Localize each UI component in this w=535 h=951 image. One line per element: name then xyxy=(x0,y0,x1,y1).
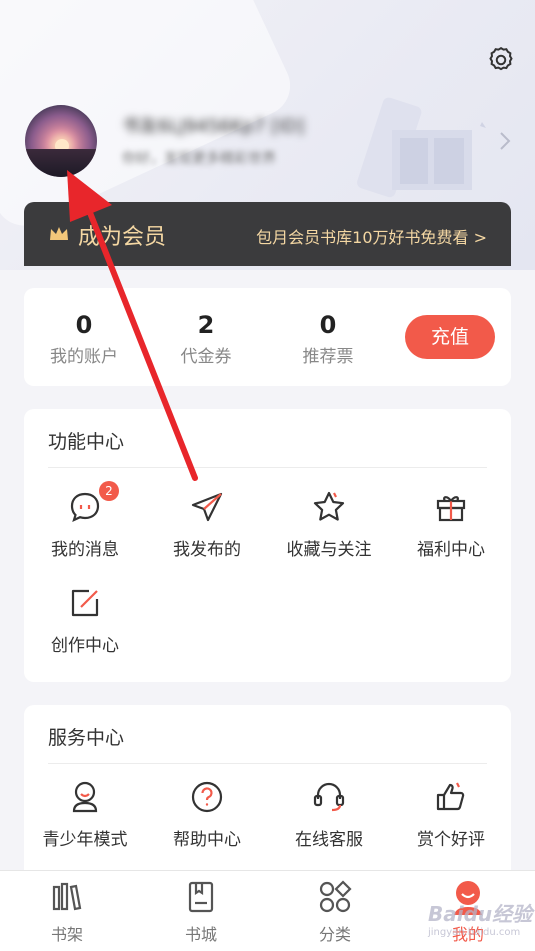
bookstore-icon xyxy=(188,881,214,913)
stat-value: 0 xyxy=(319,311,337,339)
message-icon: 2 xyxy=(65,481,119,527)
avatar-pier xyxy=(25,149,97,177)
function-center-title: 功能中心 xyxy=(48,431,125,453)
watermark-url: jingyan.baidu.com xyxy=(428,927,521,938)
thumbs-up-icon xyxy=(431,777,471,817)
menu-item-label: 帮助中心 xyxy=(173,830,241,850)
headset-icon xyxy=(309,777,349,817)
menu-item-label: 福利中心 xyxy=(417,540,485,560)
star-icon xyxy=(309,487,349,527)
watermark-text: Baidu经验 xyxy=(428,902,533,926)
vip-label: 成为会员 xyxy=(78,225,167,250)
menu-item-label: 在线客服 xyxy=(295,830,363,850)
service-center-card: 服务中心 青少年模式 帮助中心 在线客服 赏个好评 xyxy=(24,705,511,885)
menu-item-label: 我的消息 xyxy=(51,540,119,560)
stat-account[interactable]: 0 我的账户 xyxy=(24,310,144,367)
recharge-button[interactable]: 充值 xyxy=(405,315,495,359)
menu-item-rate-us[interactable]: 赏个好评 xyxy=(390,777,512,850)
service-center-title: 服务中心 xyxy=(48,727,125,749)
menu-item-label: 我发布的 xyxy=(173,540,241,560)
edit-icon xyxy=(65,583,105,623)
stat-value: 2 xyxy=(197,311,215,339)
menu-item-creation-center[interactable]: 创作中心 xyxy=(24,583,146,656)
paper-plane-icon xyxy=(187,487,227,527)
crown-icon xyxy=(50,227,68,240)
menu-item-label: 赏个好评 xyxy=(417,830,485,850)
nav-label: 书城 xyxy=(184,925,217,944)
unread-badge: 2 xyxy=(99,481,119,501)
menu-item-favorites[interactable]: 收藏与关注 xyxy=(268,487,390,560)
stat-label: 我的账户 xyxy=(50,347,118,367)
help-icon xyxy=(187,777,227,817)
bookshelf-icon xyxy=(52,882,82,911)
menu-item-my-messages[interactable]: 2 我的消息 xyxy=(24,481,146,560)
user-subtitle: 你好，发现更多精彩世界 xyxy=(122,151,276,167)
menu-item-label: 青少年模式 xyxy=(42,830,128,850)
menu-item-help-center[interactable]: 帮助中心 xyxy=(146,777,268,850)
teen-mode-icon xyxy=(65,777,105,817)
account-stats-card: 0 我的账户 2 代金券 0 推荐票 充值 xyxy=(24,288,511,386)
nav-label: 分类 xyxy=(318,925,351,944)
stat-vouchers[interactable]: 2 代金券 xyxy=(146,310,266,367)
vip-banner[interactable]: 成为会员 包月会员书库10万好书免费看 > xyxy=(24,202,511,266)
stat-recommend-tickets[interactable]: 0 推荐票 xyxy=(268,310,388,367)
stat-label: 代金券 xyxy=(180,347,232,367)
username[interactable]: 书友6LJ9456Kp7 [ID] xyxy=(122,112,304,138)
menu-item-label: 创作中心 xyxy=(51,636,119,656)
function-center-card: 功能中心 2 我的消息 我发布的 收藏与关注 福利中心 创作中心 xyxy=(24,409,511,682)
nav-tab-bookshelf[interactable]: 书架 xyxy=(0,879,134,945)
vip-promo[interactable]: 包月会员书库10万好书免费看 > xyxy=(256,224,487,248)
avatar[interactable] xyxy=(25,105,97,177)
category-icon xyxy=(319,880,352,913)
menu-item-my-posts[interactable]: 我发布的 xyxy=(146,487,268,560)
nav-tab-category[interactable]: 分类 xyxy=(268,879,402,945)
settings-gear-icon[interactable] xyxy=(485,44,517,76)
stat-label: 推荐票 xyxy=(302,347,354,367)
menu-item-online-service[interactable]: 在线客服 xyxy=(268,777,390,850)
menu-item-label: 收藏与关注 xyxy=(286,540,372,560)
stat-value: 0 xyxy=(75,311,93,339)
baidu-watermark: Baidu经验 jingyan.baidu.com xyxy=(428,898,532,938)
divider xyxy=(48,763,487,764)
nav-tab-bookstore[interactable]: 书城 xyxy=(134,879,268,945)
menu-item-teen-mode[interactable]: 青少年模式 xyxy=(24,777,146,850)
menu-item-welfare-center[interactable]: 福利中心 xyxy=(390,487,512,560)
chevron-right-icon[interactable] xyxy=(497,130,513,152)
book-decoration-icon xyxy=(357,97,486,198)
divider xyxy=(48,467,487,468)
nav-label: 书架 xyxy=(50,925,83,944)
gift-icon xyxy=(431,487,471,527)
